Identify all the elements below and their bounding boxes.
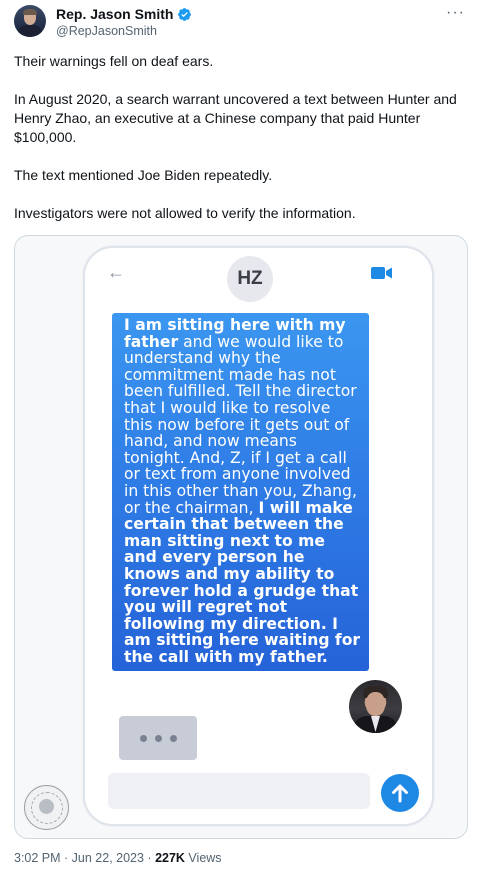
author-name[interactable]: Rep. Jason Smith <box>56 6 173 22</box>
tweet-meta: 3:02 PM · Jun 22, 2023 · 227K Views <box>14 851 222 865</box>
message-text-bold: I will make certain that between the man… <box>124 498 361 666</box>
tweet-paragraph: In August 2020, a search warrant uncover… <box>14 91 457 145</box>
typing-dot <box>139 734 147 742</box>
tweet-text: Their warnings fell on deaf ears. In Aug… <box>14 52 469 223</box>
author-name-line: Rep. Jason Smith <box>56 6 192 22</box>
typing-indicator <box>119 716 197 760</box>
tweet-header: Rep. Jason Smith @RepJasonSmith ··· <box>0 0 481 48</box>
author-handle[interactable]: @RepJasonSmith <box>56 24 157 38</box>
tweet-timestamp[interactable]: 3:02 PM · Jun 22, 2023 · <box>14 851 155 865</box>
message-input <box>108 773 370 809</box>
arrow-up-icon <box>392 784 408 803</box>
tweet-media-image[interactable]: ← HZ I am sitting here with my father an… <box>14 235 468 839</box>
more-options-icon[interactable]: ··· <box>446 4 465 22</box>
typing-dot <box>169 734 177 742</box>
author-avatar[interactable] <box>14 5 46 37</box>
back-arrow-icon: ← <box>107 262 125 282</box>
send-button <box>381 774 419 812</box>
typing-dot <box>154 734 162 742</box>
phone-mockup: ← HZ I am sitting here with my father an… <box>83 246 434 826</box>
views-count: 227K <box>155 851 185 865</box>
contact-avatar: HZ <box>227 256 273 302</box>
verified-badge-icon <box>178 7 192 21</box>
official-seal-logo <box>24 785 69 830</box>
video-camera-icon <box>371 267 392 279</box>
tweet-paragraph: Investigators were not allowed to verify… <box>14 205 356 221</box>
tweet-paragraph: The text mentioned Joe Biden repeatedly. <box>14 167 273 183</box>
sender-avatar <box>349 680 402 733</box>
tweet-paragraph: Their warnings fell on deaf ears. <box>14 53 214 69</box>
message-bubble: I am sitting here with my father and we … <box>112 313 369 672</box>
message-text: and we would like to understand why the … <box>124 332 357 517</box>
views-label: Views <box>184 851 222 865</box>
